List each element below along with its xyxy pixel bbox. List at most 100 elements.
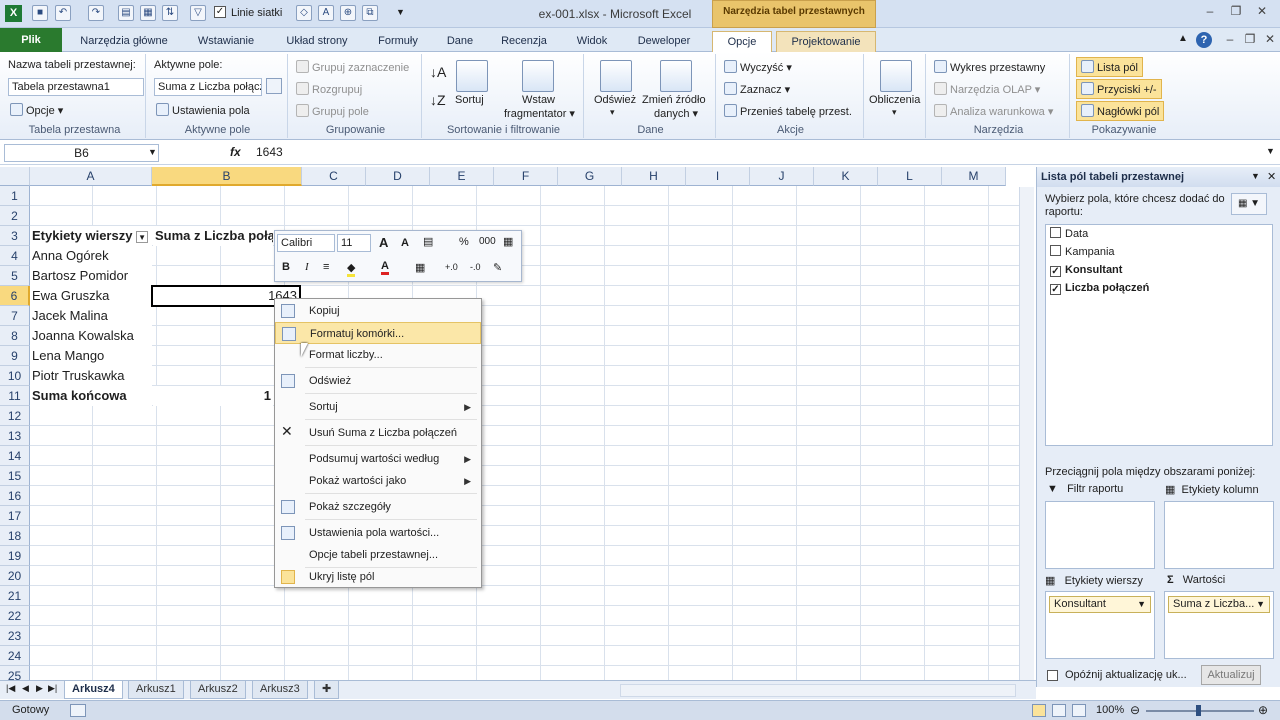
buttons-toggle[interactable]: Przyciski +/- — [1076, 79, 1162, 99]
decrease-decimal-icon[interactable]: -.0 — [470, 262, 481, 272]
row-header-20[interactable]: 20 — [0, 566, 30, 586]
menu-sort[interactable]: Sortuj ▶ — [275, 396, 481, 418]
row-header-14[interactable]: 14 — [0, 446, 30, 466]
move-pivot-button[interactable]: Przenieś tabelę przest. — [724, 104, 852, 118]
pivot-chart-button[interactable]: Wykres przestawny — [934, 60, 1045, 74]
undo-icon[interactable]: ↶ — [55, 5, 71, 21]
cell-a11-total[interactable]: Suma końcowa — [30, 386, 152, 406]
group-selection-button[interactable]: Grupuj zaznaczenie — [296, 60, 409, 74]
pane-close-icon[interactable]: ✕ — [1267, 170, 1276, 183]
fill-color-icon[interactable]: ◆ — [347, 261, 356, 277]
field-liczba[interactable]: ✓ Liczba połączeń — [1050, 279, 1149, 297]
increase-decimal-icon[interactable]: +.0 — [445, 262, 458, 272]
column-header-i[interactable]: I — [686, 167, 750, 186]
restore-icon[interactable]: ❐ — [1226, 4, 1246, 20]
filter-dropdown-icon[interactable]: ▼ — [136, 231, 149, 243]
normal-view-icon[interactable] — [1032, 704, 1046, 717]
row-labels-zone[interactable]: Konsultant ▼ — [1045, 591, 1155, 659]
percent-icon[interactable]: % — [459, 236, 469, 248]
sheet-nav-prev-icon[interactable]: ◀ — [22, 683, 29, 694]
macro-record-icon[interactable] — [70, 704, 86, 717]
calculations-icon[interactable] — [880, 60, 912, 92]
minimize-icon[interactable]: – — [1200, 4, 1220, 20]
fx-icon[interactable]: fx — [230, 145, 241, 159]
thousands-icon[interactable]: 000 — [479, 236, 496, 247]
tab-review[interactable]: Recenzja — [494, 31, 554, 52]
row-header-5[interactable]: 5 — [0, 266, 30, 286]
active-field-input[interactable]: Suma z Liczba połącz — [154, 78, 262, 96]
sheet-tab-arkusz2[interactable]: Arkusz2 — [190, 681, 246, 699]
column-labels-zone[interactable] — [1164, 501, 1274, 569]
zoom-in-icon[interactable]: ⊕ — [1258, 701, 1268, 720]
slicer-icon[interactable] — [522, 60, 554, 92]
what-if-button[interactable]: Analiza warunkowa ▾ — [934, 104, 1053, 118]
sheet-tab-arkusz1[interactable]: Arkusz1 — [128, 681, 184, 699]
calculations-dropdown-icon[interactable]: ▾ — [892, 107, 897, 118]
print-preview-icon[interactable]: ▤ — [118, 5, 134, 21]
cell-row-label[interactable]: Bartosz Pomidor — [30, 266, 152, 286]
shrink-font-icon[interactable]: A — [401, 237, 409, 249]
tab-options[interactable]: Opcje — [712, 31, 772, 53]
ungroup-button[interactable]: Rozgrupuj — [296, 82, 362, 96]
column-header-m[interactable]: M — [942, 167, 1006, 186]
row-header-11[interactable]: 11 — [0, 386, 30, 406]
sort-asc-icon[interactable]: ↓A — [430, 64, 446, 80]
cell-row-label[interactable]: Lena Mango — [30, 346, 152, 366]
bold-button[interactable]: B — [282, 261, 290, 273]
field-data-checkbox[interactable] — [1050, 227, 1061, 238]
page-break-view-icon[interactable] — [1072, 704, 1086, 717]
cell-a3-row-labels[interactable]: Etykiety wierszy ▼ — [30, 226, 152, 246]
font-color-icon[interactable]: A — [381, 260, 389, 275]
name-box[interactable]: B6 — [4, 144, 159, 162]
menu-copy[interactable]: Kopiuj — [275, 300, 481, 322]
zoom-out-icon[interactable]: ⊖ — [1130, 701, 1140, 720]
group-field-button[interactable]: Grupuj pole — [296, 104, 369, 118]
row-header-18[interactable]: 18 — [0, 526, 30, 546]
select-button[interactable]: Zaznacz ▾ — [724, 82, 790, 96]
value-field-sum[interactable]: Suma z Liczba... ▼ — [1168, 596, 1270, 613]
vertical-scrollbar[interactable] — [1019, 187, 1034, 680]
field-kampania-checkbox[interactable] — [1050, 245, 1061, 256]
cell-b3-sum-header[interactable]: Suma z Liczba połączeń — [153, 226, 273, 246]
column-header-l[interactable]: L — [878, 167, 942, 186]
doc-close-icon[interactable]: ✕ — [1260, 32, 1280, 48]
row-header-16[interactable]: 16 — [0, 486, 30, 506]
menu-format-cells[interactable]: Formatuj komórki... — [275, 322, 481, 344]
cell-row-label[interactable]: Anna Ogórek — [30, 246, 152, 266]
change-source-icon[interactable] — [660, 60, 692, 92]
insert-slicer-line2[interactable]: fragmentator ▾ — [504, 107, 575, 120]
zoom-slider-thumb[interactable] — [1196, 705, 1201, 716]
italic-button[interactable]: I — [305, 261, 309, 273]
row-header-8[interactable]: 8 — [0, 326, 30, 346]
cell-area[interactable]: Etykiety wierszy ▼ Suma z Liczba połącze… — [30, 186, 1030, 680]
change-source-line2[interactable]: danych ▾ — [654, 107, 698, 120]
row-header-19[interactable]: 19 — [0, 546, 30, 566]
close-icon[interactable]: ✕ — [1252, 4, 1272, 20]
values-zone[interactable]: Suma z Liczba... ▼ — [1164, 591, 1274, 659]
row-header-1[interactable]: 1 — [0, 186, 30, 206]
name-box-dropdown-icon[interactable]: ▼ — [148, 147, 157, 157]
row-header-24[interactable]: 24 — [0, 646, 30, 666]
expand-formula-icon[interactable]: ▼ — [1266, 146, 1275, 156]
row-header-4[interactable]: 4 — [0, 246, 30, 266]
row-header-25[interactable]: 25 — [0, 666, 30, 680]
column-header-g[interactable]: G — [558, 167, 622, 186]
update-button[interactable]: Aktualizuj — [1201, 665, 1261, 685]
calculations-button[interactable]: Obliczenia — [869, 94, 920, 106]
defer-update-checkbox[interactable] — [1047, 670, 1058, 681]
column-header-j[interactable]: J — [750, 167, 814, 186]
row-header-21[interactable]: 21 — [0, 586, 30, 606]
insert-sheet-icon[interactable]: ✚ — [314, 681, 340, 699]
menu-summarize-by[interactable]: Podsumuj wartości według ▶ — [275, 448, 481, 470]
gridlines-checkbox[interactable]: ✓ — [214, 6, 226, 18]
row-header-6[interactable]: 6 — [0, 286, 30, 306]
expand-field-icon[interactable] — [266, 78, 282, 94]
sheet-nav-first-icon[interactable]: |◀ — [6, 683, 15, 694]
text-box-icon[interactable]: A — [318, 5, 334, 21]
page-layout-view-icon[interactable] — [1052, 704, 1066, 717]
field-settings-button[interactable]: Ustawienia pola — [156, 103, 250, 117]
value-field-dropdown-icon[interactable]: ▼ — [1256, 597, 1265, 612]
change-source-line1[interactable]: Zmień źródło — [642, 94, 706, 106]
cell-row-label[interactable]: Ewa Gruszka — [30, 286, 152, 306]
row-header-10[interactable]: 10 — [0, 366, 30, 386]
